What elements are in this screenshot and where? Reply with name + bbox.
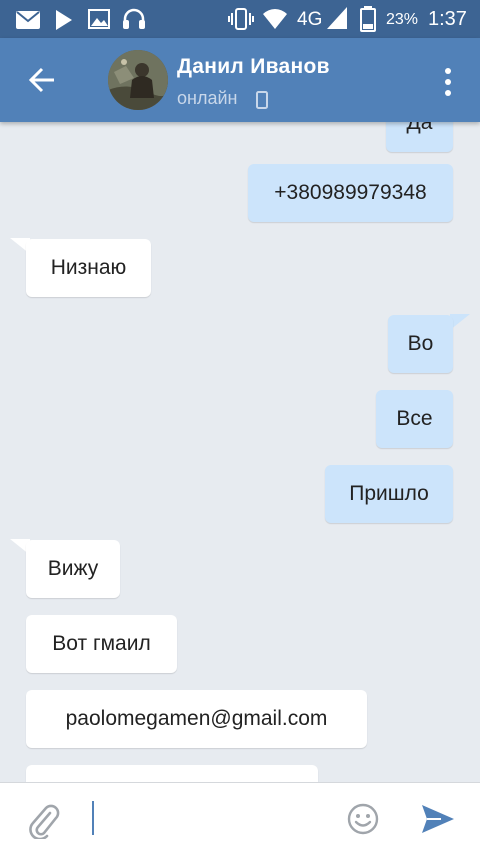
message-bubble-incoming[interactable]: Вижу [26, 540, 120, 598]
chat-header: Данил Иванов онлайн [0, 38, 480, 122]
message-text: Пришло [349, 482, 429, 505]
message-text: Во [407, 332, 434, 355]
contact-name: Данил Иванов [177, 55, 330, 78]
message-bubble-incoming[interactable]: Низнаю [26, 239, 151, 297]
emoji-icon [347, 803, 379, 835]
message-bubble-outgoing[interactable]: Во [388, 315, 453, 373]
status-bar: 4G 23% 1:37 [0, 0, 480, 38]
more-vert-icon [445, 68, 451, 96]
headset-icon [123, 8, 145, 29]
message-text: Вижу [47, 557, 99, 580]
message-bubble-outgoing[interactable]: Все [376, 390, 453, 448]
message-text: paolomegamen@gmail.com [65, 707, 328, 730]
message-input-bar [0, 782, 480, 855]
text-cursor [92, 801, 94, 835]
mail-icon [16, 11, 40, 29]
message-bubble-incoming[interactable]: paolomegamen@gmail.com [26, 690, 367, 748]
network-type: 4G [297, 9, 323, 30]
back-button[interactable] [22, 62, 62, 98]
battery-icon [360, 6, 376, 32]
send-button[interactable] [421, 804, 455, 834]
message-text: Да [406, 122, 433, 134]
message-text: +380989979348 [274, 181, 427, 204]
attach-button[interactable] [28, 803, 60, 841]
play-icon [56, 10, 72, 30]
message-bubble-outgoing[interactable]: +380989979348 [248, 164, 453, 222]
bubble-tail [450, 314, 470, 330]
image-icon [88, 9, 110, 29]
message-text: Низнаю [50, 256, 127, 279]
paperclip-icon [29, 804, 60, 841]
more-menu-button[interactable] [436, 66, 460, 98]
back-arrow-icon [28, 67, 54, 93]
message-bubble-incoming[interactable] [26, 765, 318, 782]
wifi-icon [263, 9, 287, 29]
message-bubble-incoming[interactable]: Вот гмаил [26, 615, 177, 673]
contact-status: онлайн [177, 88, 238, 108]
clock: 1:37 [428, 8, 467, 30]
message-list[interactable]: Да +380989979348 Низнаю Во Все Пришло Ви… [0, 122, 480, 782]
message-bubble-outgoing[interactable]: Да [386, 122, 453, 152]
signal-icon [327, 7, 347, 29]
message-text: Все [396, 407, 433, 430]
message-bubble-outgoing[interactable]: Пришло [325, 465, 453, 523]
vibrate-icon [228, 8, 254, 30]
message-input[interactable] [90, 797, 330, 841]
emoji-button[interactable] [347, 803, 379, 835]
avatar[interactable] [108, 50, 168, 110]
phone-icon [256, 91, 268, 109]
message-text: Вот гмаил [52, 632, 151, 655]
battery-percent: 23% [386, 11, 419, 28]
send-icon [422, 805, 454, 833]
